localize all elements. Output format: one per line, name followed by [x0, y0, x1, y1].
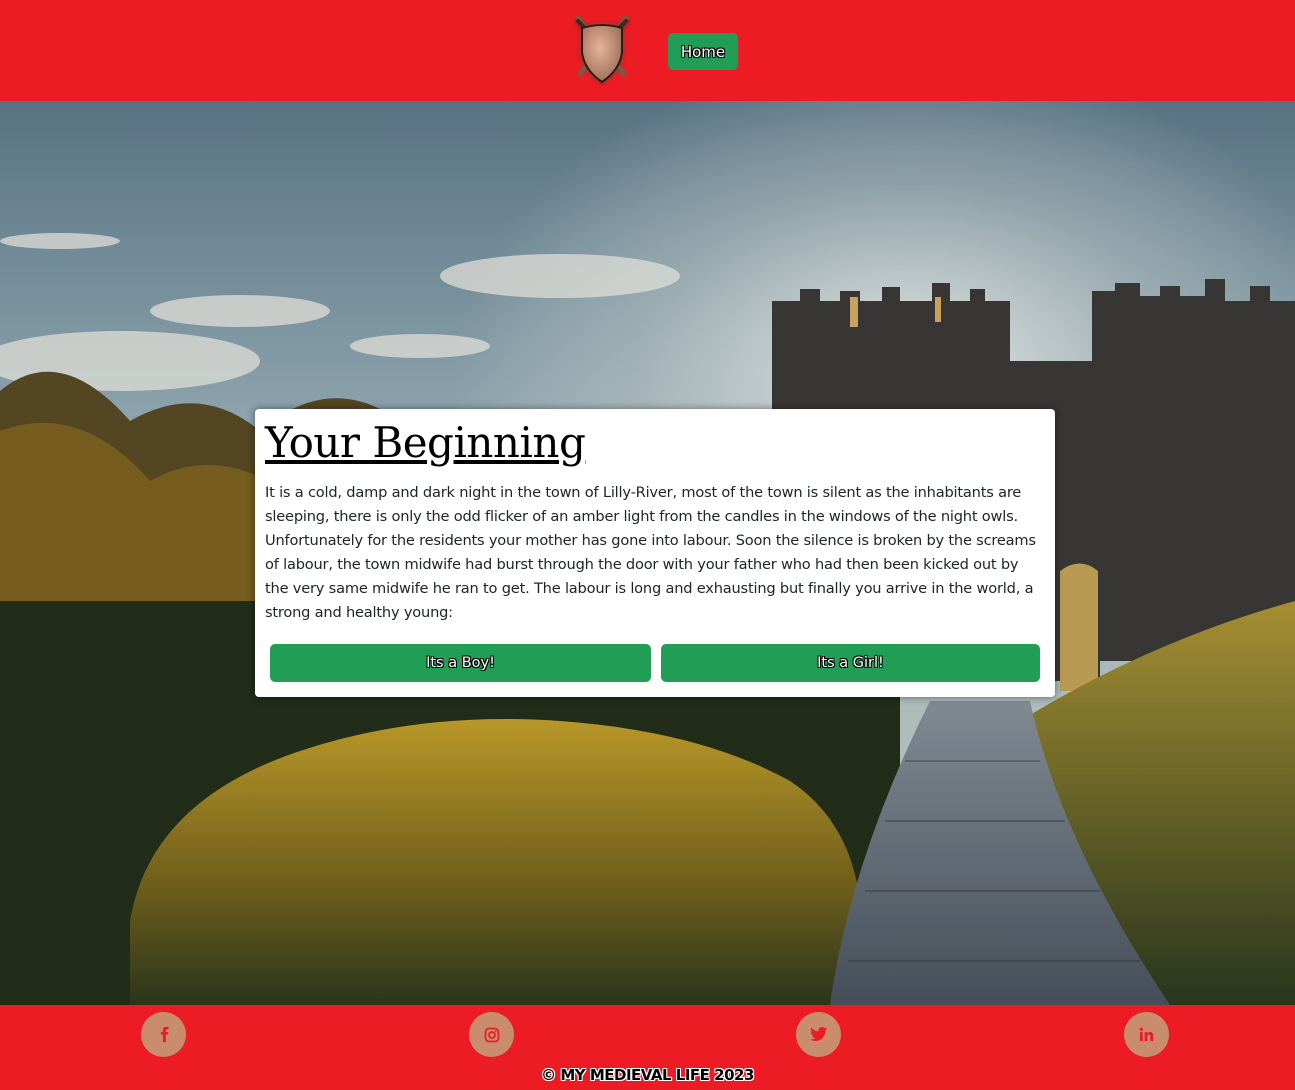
story-title: Your Beginning — [265, 418, 586, 467]
choice-girl-button[interactable]: Its a Girl! — [661, 644, 1040, 682]
story-card: Your Beginning It is a cold, damp and da… — [255, 409, 1055, 697]
site-footer: © MY MEDIEVAL LIFE 2023 — [0, 1005, 1295, 1090]
instagram-icon[interactable] — [469, 1012, 514, 1057]
choice-boy-button[interactable]: Its a Boy! — [270, 644, 651, 682]
nav-home-button[interactable]: Home — [668, 33, 738, 70]
site-header: Home — [0, 0, 1295, 101]
linkedin-icon[interactable] — [1124, 1012, 1169, 1057]
twitter-icon[interactable] — [796, 1012, 841, 1057]
shield-logo-icon[interactable] — [572, 12, 632, 86]
choice-buttons: Its a Boy! Its a Girl! — [270, 644, 1040, 682]
story-text: It is a cold, damp and dark night in the… — [265, 484, 1036, 621]
copyright-text: © MY MEDIEVAL LIFE 2023 — [541, 1066, 754, 1084]
facebook-icon[interactable] — [141, 1012, 186, 1057]
